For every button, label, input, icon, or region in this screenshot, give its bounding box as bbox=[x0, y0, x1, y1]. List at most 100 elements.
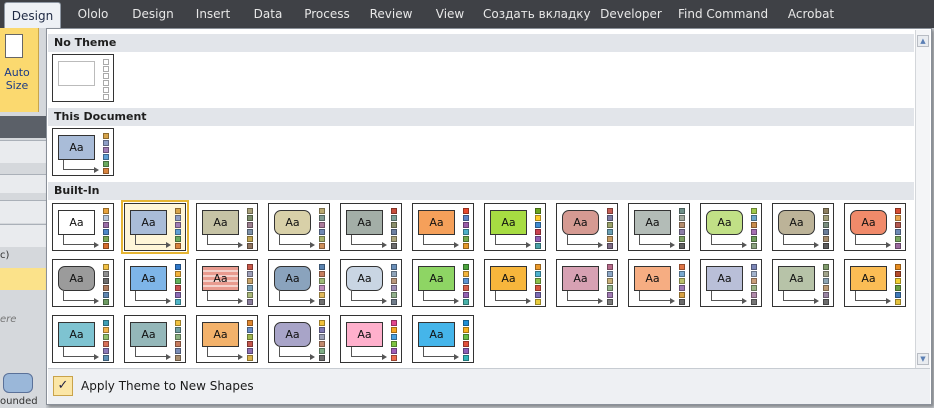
left-field-1[interactable] bbox=[0, 174, 46, 193]
connector-line bbox=[783, 244, 815, 245]
tab-acrobat[interactable]: Acrobat bbox=[782, 0, 840, 28]
tab-design[interactable]: Design bbox=[126, 0, 180, 28]
connector-line bbox=[423, 356, 455, 357]
theme-tile-built-in[interactable]: Aa bbox=[700, 259, 762, 307]
color-swatch bbox=[175, 271, 181, 277]
theme-tile-built-in[interactable]: Aa bbox=[484, 259, 546, 307]
theme-tile-built-in[interactable]: Aa bbox=[340, 315, 402, 363]
theme-tile-built-in[interactable]: Aa bbox=[844, 203, 906, 251]
connector-line bbox=[207, 244, 239, 245]
connector-line bbox=[63, 356, 95, 357]
tab-ololo[interactable]: Ololo bbox=[72, 0, 114, 28]
theme-tile-swatches bbox=[103, 59, 109, 101]
theme-tile-built-in[interactable]: Aa bbox=[844, 259, 906, 307]
theme-tile-preview-shape: Aa bbox=[562, 266, 599, 291]
auto-size-button[interactable]: Auto Size bbox=[0, 28, 39, 112]
theme-tile-built-in[interactable]: Aa bbox=[412, 315, 474, 363]
theme-tile-preview-shape: Aa bbox=[130, 322, 167, 347]
theme-tile-swatches bbox=[463, 208, 469, 250]
color-swatch bbox=[247, 215, 253, 221]
connector-line bbox=[567, 300, 599, 301]
theme-tile-built-in[interactable]: Aa bbox=[268, 203, 330, 251]
scroll-up-icon[interactable]: ▲ bbox=[917, 35, 929, 47]
gallery-scrollbar[interactable]: ▲ ▼ bbox=[915, 30, 930, 370]
tab-developer[interactable]: Developer bbox=[598, 0, 664, 28]
connector-arrow-icon bbox=[526, 242, 531, 248]
rounded-shape-preview[interactable] bbox=[3, 373, 33, 393]
theme-tile-built-in[interactable]: Aa bbox=[556, 203, 618, 251]
theme-tile-built-in[interactable]: Aa bbox=[484, 203, 546, 251]
color-swatch bbox=[607, 222, 613, 228]
left-row-3 bbox=[0, 224, 46, 247]
theme-tile-built-in[interactable]: Aa bbox=[196, 203, 258, 251]
color-swatch bbox=[679, 229, 685, 235]
tab-view[interactable]: View bbox=[430, 0, 470, 28]
color-swatch bbox=[103, 59, 109, 65]
theme-tile-preview-shape: Aa bbox=[58, 210, 95, 235]
theme-tile-built-in[interactable]: Aa bbox=[772, 203, 834, 251]
theme-tile-preview-shape: Aa bbox=[58, 266, 95, 291]
tab-data[interactable]: Data bbox=[248, 0, 288, 28]
tab-process[interactable]: Process bbox=[300, 0, 354, 28]
apply-theme-label[interactable]: Apply Theme to New Shapes bbox=[81, 379, 254, 393]
color-swatch bbox=[391, 341, 397, 347]
tab-insert[interactable]: Insert bbox=[190, 0, 236, 28]
theme-tile-swatches bbox=[895, 208, 901, 250]
theme-tile-swatches bbox=[823, 208, 829, 250]
color-swatch bbox=[463, 278, 469, 284]
theme-tile-swatches bbox=[823, 264, 829, 306]
connector-line bbox=[135, 356, 167, 357]
color-swatch bbox=[319, 348, 325, 354]
scroll-down-icon[interactable]: ▼ bbox=[917, 353, 929, 365]
theme-tile-built-in[interactable]: Aa bbox=[556, 259, 618, 307]
connector-arrow-icon bbox=[886, 242, 891, 248]
theme-tile-built-in[interactable]: Aa bbox=[628, 203, 690, 251]
tab-create-tab[interactable]: Создать вкладку bbox=[483, 0, 591, 28]
color-swatch bbox=[175, 334, 181, 340]
theme-tile-built-in[interactable]: Aa bbox=[124, 315, 186, 363]
color-swatch bbox=[823, 243, 829, 249]
theme-tile-preview-shape: Aa bbox=[562, 210, 599, 235]
theme-tile-built-in[interactable]: Aa bbox=[772, 259, 834, 307]
color-swatch bbox=[319, 327, 325, 333]
theme-tile-built-in[interactable]: Aa bbox=[52, 203, 114, 251]
theme-tile-built-in[interactable]: Aa bbox=[121, 200, 189, 254]
connector-line bbox=[351, 300, 383, 301]
theme-tile-built-in[interactable]: Aa bbox=[124, 259, 186, 307]
tab-design-active[interactable]: Design bbox=[4, 2, 61, 29]
theme-tile-built-in[interactable]: Aa bbox=[340, 259, 402, 307]
theme-tile-built-in[interactable]: Aa bbox=[52, 315, 114, 363]
theme-tile-built-in[interactable]: Aa bbox=[52, 259, 114, 307]
tab-find-command[interactable]: Find Command bbox=[678, 0, 768, 28]
connector-arrow-icon bbox=[670, 242, 675, 248]
theme-tile-built-in[interactable]: Aa bbox=[412, 259, 474, 307]
color-swatch bbox=[319, 285, 325, 291]
theme-tile-built-in[interactable]: Aa bbox=[196, 315, 258, 363]
theme-tile-built-in[interactable]: Aa bbox=[196, 259, 258, 307]
theme-tile-built-in[interactable]: Aa bbox=[412, 203, 474, 251]
color-swatch bbox=[751, 208, 757, 214]
theme-tile-built-in[interactable]: Aa bbox=[268, 259, 330, 307]
theme-tile-swatches bbox=[391, 208, 397, 250]
theme-tile-built-in[interactable]: Aa bbox=[340, 203, 402, 251]
theme-tile-built-in[interactable]: Aa bbox=[700, 203, 762, 251]
theme-tile-built-in[interactable]: Aa bbox=[268, 315, 330, 363]
theme-tile-built-in[interactable]: Aa bbox=[628, 259, 690, 307]
apply-theme-checkbox[interactable]: ✓ bbox=[53, 376, 73, 396]
color-swatch bbox=[535, 236, 541, 242]
theme-tile-no-theme[interactable] bbox=[52, 54, 114, 102]
color-swatch bbox=[463, 208, 469, 214]
color-swatch bbox=[535, 278, 541, 284]
theme-tile-this-document[interactable]: Aa bbox=[52, 128, 114, 176]
connector-line bbox=[711, 235, 712, 244]
connector-line bbox=[63, 160, 64, 169]
section-this-document: This Document bbox=[48, 108, 914, 126]
color-swatch bbox=[247, 341, 253, 347]
color-swatch bbox=[895, 215, 901, 221]
tab-review[interactable]: Review bbox=[366, 0, 416, 28]
color-swatch bbox=[175, 278, 181, 284]
theme-tile-preview-shape: Aa bbox=[778, 210, 815, 235]
color-swatch bbox=[751, 222, 757, 228]
theme-tile-swatches bbox=[751, 264, 757, 306]
connector-arrow-icon bbox=[742, 242, 747, 248]
